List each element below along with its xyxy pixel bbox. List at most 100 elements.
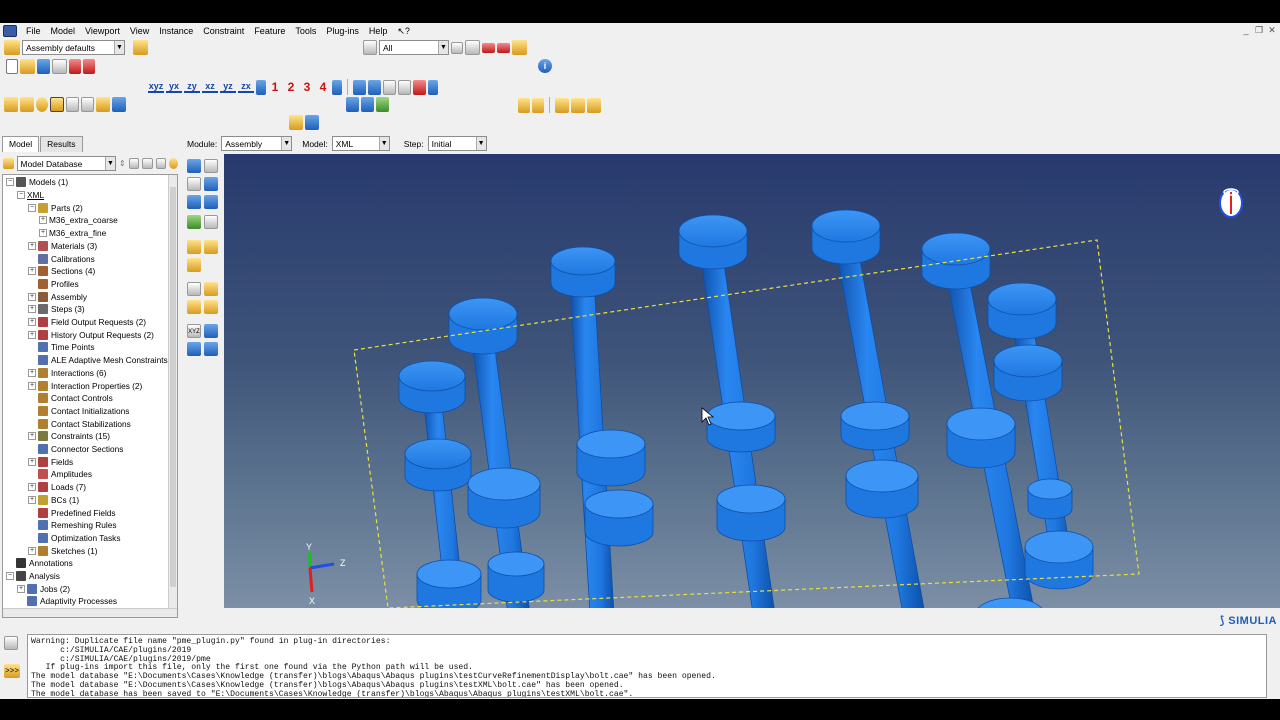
- menu-instance[interactable]: Instance: [154, 23, 198, 39]
- csys-zx-icon[interactable]: zx: [238, 81, 254, 93]
- shaded-icon[interactable]: [376, 97, 389, 112]
- tree-item[interactable]: − Analysis: [6, 570, 60, 583]
- module-dropdown[interactable]: Assembly ▼: [221, 136, 293, 151]
- tree-collapse-icon[interactable]: [142, 158, 153, 169]
- tree-updown-icon[interactable]: ⇕: [119, 159, 126, 168]
- create-surface-icon[interactable]: [204, 240, 218, 254]
- tree-item[interactable]: Connector Sections: [28, 443, 123, 456]
- tree-item[interactable]: Annotations: [6, 557, 73, 570]
- tree-item[interactable]: Adaptivity Processes: [17, 595, 117, 608]
- linear-pattern-icon[interactable]: [204, 159, 218, 173]
- csys-yx-icon[interactable]: yx: [166, 81, 182, 93]
- view-1-button[interactable]: 1: [268, 80, 282, 94]
- menu-viewport[interactable]: Viewport: [80, 23, 125, 39]
- select-from-edges-icon[interactable]: [451, 41, 463, 54]
- tree-item[interactable]: + M36_extra_fine: [39, 227, 106, 240]
- tree-item[interactable]: + Fields: [28, 455, 73, 468]
- tree-item[interactable]: + Interaction Properties (2): [28, 379, 142, 392]
- display-group-icon[interactable]: [133, 40, 148, 55]
- menu-constraint[interactable]: Constraint: [198, 23, 249, 39]
- view-cut-2-icon[interactable]: [571, 97, 585, 113]
- instance-part-icon[interactable]: [187, 159, 201, 173]
- collapse-icon[interactable]: −: [17, 191, 25, 200]
- select-options-icon[interactable]: [512, 40, 527, 55]
- collapse-icon[interactable]: −: [6, 178, 14, 187]
- display-parts-icon[interactable]: [4, 97, 18, 112]
- restore-icon[interactable]: ❐: [1253, 25, 1265, 36]
- rotate-instance-icon[interactable]: [187, 195, 201, 209]
- hidden-line-icon[interactable]: [361, 97, 374, 112]
- expand-icon[interactable]: +: [28, 381, 36, 390]
- tree-item[interactable]: Contact Initializations: [28, 405, 129, 418]
- iso-view-icon[interactable]: [256, 79, 266, 95]
- print-icon[interactable]: [52, 59, 67, 74]
- menu-help[interactable]: Help: [364, 23, 393, 39]
- expand-icon[interactable]: +: [28, 368, 36, 377]
- query-info-icon[interactable]: i: [538, 59, 552, 73]
- expand-icon[interactable]: +: [17, 584, 25, 593]
- import-icon[interactable]: [69, 59, 81, 74]
- tree-item[interactable]: − XML: [17, 189, 44, 202]
- undo-icon[interactable]: [66, 97, 79, 112]
- tree-item[interactable]: − Parts (2): [28, 201, 83, 214]
- tree-item[interactable]: Contact Stabilizations: [28, 417, 131, 430]
- context-help-button[interactable]: ↖?: [392, 23, 415, 39]
- export-icon[interactable]: [83, 59, 95, 74]
- tree-vertical-scrollbar[interactable]: [168, 175, 177, 617]
- save-icon[interactable]: [37, 59, 50, 74]
- tree-item[interactable]: Contact Controls: [28, 392, 113, 405]
- view-cut-3-icon[interactable]: [587, 97, 601, 113]
- expand-icon[interactable]: +: [28, 330, 36, 339]
- select-cursor-icon[interactable]: [363, 40, 377, 55]
- translate-to-icon[interactable]: [204, 195, 218, 209]
- tree-item[interactable]: − Models (1): [6, 176, 68, 189]
- tree-expand-icon[interactable]: [155, 158, 167, 169]
- table-icon[interactable]: [112, 97, 126, 112]
- view-cut-icon[interactable]: [555, 97, 569, 113]
- menu-model[interactable]: Model: [46, 23, 81, 39]
- menu-plugins[interactable]: Plug-ins: [321, 23, 364, 39]
- model-database-dropdown[interactable]: Model Database ▼: [16, 156, 116, 171]
- tree-item[interactable]: + M36_extra_coarse: [39, 214, 118, 227]
- expand-icon[interactable]: +: [28, 495, 36, 504]
- tab-model[interactable]: Model: [2, 136, 40, 152]
- pan-icon[interactable]: [353, 79, 366, 95]
- close-icon[interactable]: ✕: [1266, 25, 1278, 36]
- csys-zy-icon[interactable]: zy: [184, 81, 200, 93]
- tree-item[interactable]: + Assembly: [28, 290, 87, 303]
- partition-cell-icon[interactable]: [187, 300, 201, 314]
- datum-point-icon[interactable]: XYZ: [187, 324, 201, 338]
- tree-item[interactable]: + BCs (1): [28, 494, 79, 507]
- tree-item[interactable]: + Sketches (1): [28, 544, 98, 557]
- datum-axis-icon[interactable]: [204, 324, 218, 338]
- partition-face-icon[interactable]: [204, 282, 218, 296]
- expand-icon[interactable]: +: [28, 432, 36, 441]
- tree-item[interactable]: Optimization Tasks: [28, 532, 120, 545]
- tree-item[interactable]: + Materials (3): [28, 240, 97, 253]
- abaqus-app-icon[interactable]: [3, 25, 17, 37]
- tree-item[interactable]: + Jobs (2): [17, 582, 70, 595]
- tree-filter-icon[interactable]: [128, 158, 140, 169]
- tree-item[interactable]: Calibrations: [28, 252, 95, 265]
- expand-icon[interactable]: +: [39, 216, 47, 225]
- attribute-icon[interactable]: [187, 258, 201, 272]
- csys-triad-icon[interactable]: [332, 79, 342, 95]
- radial-pattern-icon[interactable]: [187, 177, 201, 191]
- sphere-icon[interactable]: [36, 97, 48, 112]
- redo-icon[interactable]: [81, 97, 94, 112]
- message-area-icon[interactable]: [4, 636, 18, 650]
- menu-file[interactable]: File: [21, 23, 46, 39]
- expand-icon[interactable]: +: [39, 229, 47, 238]
- viewport[interactable]: Y Z X: [224, 154, 1280, 608]
- tree-item[interactable]: Predefined Fields: [28, 506, 116, 519]
- wireframe-icon[interactable]: [346, 97, 359, 112]
- zoom-icon[interactable]: [383, 79, 396, 95]
- partition-icon[interactable]: [187, 282, 201, 296]
- tree-item[interactable]: + Sections (4): [28, 265, 95, 278]
- tree-item[interactable]: Time Points: [28, 341, 95, 354]
- scrollbar-thumb[interactable]: [170, 187, 176, 587]
- create-set-icon[interactable]: [187, 240, 201, 254]
- tree-horizontal-scrollbar[interactable]: [3, 608, 177, 617]
- tree-item[interactable]: ALE Adaptive Mesh Constraints: [28, 354, 168, 367]
- expand-icon[interactable]: +: [28, 292, 36, 301]
